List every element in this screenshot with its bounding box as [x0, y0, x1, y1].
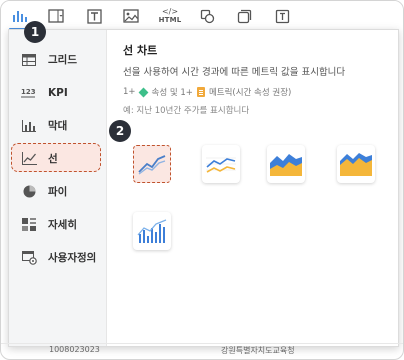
line-icon: [21, 151, 37, 167]
area-chart-thumb[interactable]: [267, 145, 305, 183]
bar-icon: [21, 118, 37, 134]
kpi-icon: 123: [21, 85, 37, 101]
shapes-icon[interactable]: [197, 6, 217, 26]
sidebar-item-label: 파이: [48, 186, 68, 198]
chart-type-description: 선을 사용하여 시간 경과에 따른 메트릭 값을 표시합니다: [123, 67, 346, 78]
stacked-area-chart-thumb[interactable]: [337, 145, 375, 183]
chart-category-sidebar: 그리드 123 KPI 막대 선 파이 자세히 사용자정의: [9, 30, 107, 346]
image-icon[interactable]: [121, 6, 141, 26]
html-icon[interactable]: </> HTML: [158, 6, 182, 26]
background-cell: 강원특별자치도교육청: [221, 346, 295, 355]
chart-type-panel: 선 차트 선을 사용하여 시간 경과에 따른 메트릭 값을 표시합니다 1+ 속…: [107, 30, 397, 346]
line-chart-thumb[interactable]: [133, 145, 171, 183]
copy-icon[interactable]: [234, 6, 254, 26]
svg-text:123: 123: [21, 88, 36, 96]
line-bar-combo-thumb[interactable]: [133, 212, 171, 250]
sidebar-item-detail[interactable]: 자세히: [9, 208, 106, 241]
toolbar: </> HTML: [1, 1, 403, 31]
background-table-line: [1, 343, 403, 344]
sidebar-item-bar[interactable]: 막대: [9, 109, 106, 142]
pie-icon: [21, 184, 37, 200]
step-badge-2: 2: [109, 120, 131, 142]
chart-example: 예: 지난 10년간 주가를 표시합니다: [123, 106, 250, 116]
req-attribute: 속성 및 1+: [151, 88, 193, 98]
sidebar-item-label: KPI: [48, 86, 68, 99]
sidebar-item-label: 선: [48, 153, 58, 165]
dropdown-box-icon[interactable]: [46, 6, 66, 26]
req-metric: 메트릭(시간 속성 권장): [208, 88, 292, 98]
sidebar-item-kpi[interactable]: 123 KPI: [9, 76, 106, 109]
chart-type-title: 선 차트: [123, 44, 158, 57]
sidebar-item-label: 자세히: [48, 219, 77, 231]
background-cell: 1008023023: [49, 345, 100, 354]
app-frame: </> HTML 1 그리드 123 KPI 막대 선 파이 자세히 사용자정의…: [0, 0, 404, 360]
multi-line-chart-thumb[interactable]: [202, 145, 240, 183]
req-prefix: 1+: [123, 87, 136, 97]
detail-icon: [21, 217, 37, 233]
info-text-icon[interactable]: [272, 6, 292, 26]
custom-icon: [21, 250, 37, 266]
chart-requirements: 1+ 속성 및 1+ 메트릭(시간 속성 권장): [123, 86, 291, 98]
visualization-picker-menu: 그리드 123 KPI 막대 선 파이 자세히 사용자정의 선 차트 선을 사용…: [8, 29, 399, 347]
sidebar-item-label: 사용자정의: [48, 252, 97, 264]
attribute-diamond-icon: [138, 87, 148, 97]
text-icon[interactable]: [84, 6, 104, 26]
metric-document-icon: [196, 87, 205, 97]
grid-icon: [21, 52, 37, 68]
sidebar-item-grid[interactable]: 그리드: [9, 43, 106, 76]
sidebar-item-custom[interactable]: 사용자정의: [9, 241, 106, 274]
step-badge-1: 1: [24, 21, 46, 43]
sidebar-item-line[interactable]: 선: [9, 142, 106, 175]
sidebar-item-label: 그리드: [48, 54, 77, 66]
sidebar-item-label: 막대: [48, 120, 68, 132]
html-label: HTML: [158, 16, 182, 24]
sidebar-item-pie[interactable]: 파이: [9, 175, 106, 208]
background-table-row: 1008023023 강원특별자치도교육청: [1, 345, 403, 359]
